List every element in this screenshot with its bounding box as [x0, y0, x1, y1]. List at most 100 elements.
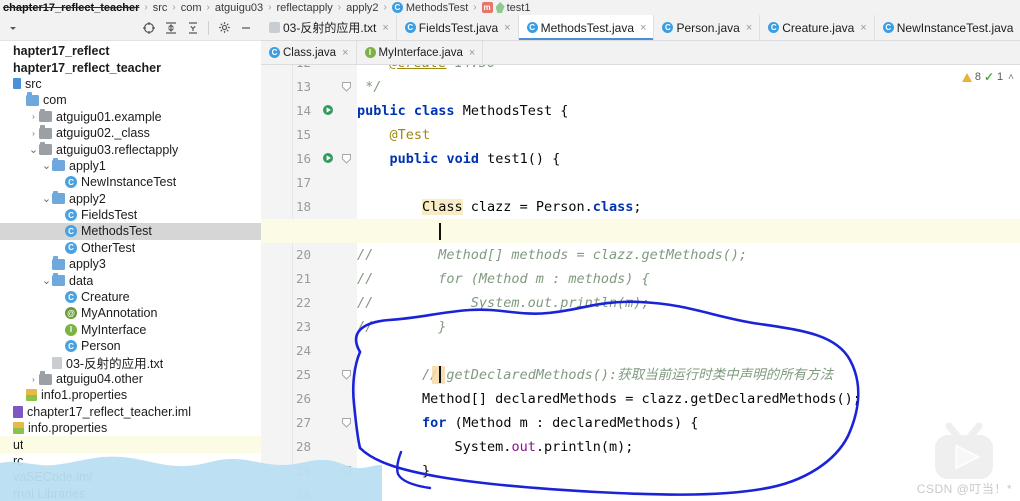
breadcrumb-item-method[interactable]: m test1 — [480, 0, 533, 15]
close-icon[interactable]: × — [382, 22, 388, 34]
gear-icon[interactable] — [213, 17, 235, 39]
editor-tab-class-java[interactable]: C Class.java × — [261, 41, 357, 64]
tree-item-atguigu01-example[interactable]: › atguigu01.example — [0, 108, 261, 125]
tree-item-hapter17-reflect[interactable]: hapter17_reflect — [0, 43, 261, 59]
fold-marker-icon[interactable] — [340, 81, 352, 93]
fold-marker-icon[interactable] — [340, 417, 352, 429]
tree-item-fieldstest[interactable]: C FieldsTest — [0, 207, 261, 223]
tree-item-methodstest[interactable]: C MethodsTest — [0, 223, 261, 240]
close-icon[interactable]: × — [640, 22, 646, 34]
editor-tab-creature-java[interactable]: C Creature.java × — [760, 15, 875, 40]
code-line[interactable]: // } — [357, 315, 446, 339]
breadcrumb-item-class[interactable]: C MethodsTest — [390, 0, 470, 15]
breadcrumb-item-src[interactable]: src — [151, 0, 170, 15]
breadcrumb-item-com[interactable]: com — [179, 0, 204, 15]
txt-icon — [269, 22, 280, 33]
tree-item-rc[interactable]: rc — [0, 453, 261, 469]
tree-item-vasecode-iml[interactable]: vaSECode.iml — [0, 469, 261, 485]
breadcrumb-root[interactable]: chapter17_reflect_teacher — [0, 0, 141, 15]
tree-item-data[interactable]: ⌄ data — [0, 272, 261, 288]
breadcrumb-separator: › — [473, 2, 477, 13]
editor-tab-person-java[interactable]: C Person.java × — [654, 15, 761, 40]
chevron-right-icon[interactable]: › — [28, 112, 39, 121]
chevron-down-icon[interactable]: ⌄ — [41, 159, 52, 172]
fold-marker-icon[interactable] — [340, 369, 352, 381]
close-icon[interactable]: × — [746, 22, 752, 34]
tree-item-label: hapter17_reflect_teacher — [13, 60, 161, 75]
tree-item-label: atguigu03.reflectapply — [56, 142, 179, 157]
chevron-down-icon[interactable]: ⌄ — [41, 274, 52, 287]
tree-item-newinstancetest[interactable]: C NewInstanceTest — [0, 174, 261, 190]
tree-item-creature[interactable]: C Creature — [0, 289, 261, 305]
tree-item-myannotation[interactable]: @ MyAnnotation — [0, 305, 261, 321]
editor-tab-newinstancetest-java[interactable]: CNewInstanceTest.java× — [874, 15, 1020, 40]
chevron-down-icon[interactable]: ⌄ — [28, 143, 39, 156]
tree-item-info-properties[interactable]: info.properties — [0, 420, 261, 436]
tree-item-apply3[interactable]: apply3 — [0, 256, 261, 272]
expand-all-icon[interactable] — [160, 17, 182, 39]
tree-item-ut[interactable]: ut — [0, 436, 261, 453]
breadcrumb-item-atguigu03[interactable]: atguigu03 — [213, 0, 265, 15]
tree-item-othertest[interactable]: C OtherTest — [0, 240, 261, 256]
fold-marker-icon[interactable] — [340, 465, 352, 477]
tree-item-atguigu03-reflectapply[interactable]: ⌄ atguigu03.reflectapply — [0, 141, 261, 157]
close-icon[interactable]: × — [504, 22, 510, 34]
code-line[interactable]: System.out.println(m); — [357, 435, 634, 459]
tree-item-src[interactable]: src — [0, 76, 261, 92]
project-dropdown-caret-icon[interactable] — [2, 17, 24, 39]
tree-item-myinterface[interactable]: I MyInterface — [0, 322, 261, 338]
tree-item-apply2[interactable]: ⌄ apply2 — [0, 190, 261, 207]
code-line[interactable]: Method[] declaredMethods = clazz.getDecl… — [357, 387, 861, 411]
tree-item-rnal-libraries[interactable]: rnal Libraries — [0, 486, 261, 501]
editor-tab-methodstest-java[interactable]: C MethodsTest.java × — [518, 15, 655, 40]
code-text[interactable]: * @create 14:36 */public class MethodsTe… — [357, 65, 1020, 501]
code-line[interactable]: // System.out.println(m); — [357, 291, 650, 315]
editor-tab-03-txt[interactable]: 03-反射的应用.txt × — [261, 15, 397, 40]
close-icon[interactable]: × — [469, 47, 475, 59]
locate-icon[interactable] — [138, 17, 160, 39]
breadcrumb-item-apply2[interactable]: apply2 — [344, 0, 380, 15]
fold-marker-icon[interactable] — [340, 153, 352, 165]
tree-item-com[interactable]: com — [0, 92, 261, 108]
code-line[interactable]: // for (Method m : methods) { — [357, 267, 650, 291]
code-line[interactable]: public class MethodsTest { — [357, 99, 568, 123]
code-line[interactable]: } — [357, 459, 430, 483]
code-line[interactable]: @Test — [357, 123, 431, 147]
code-line[interactable]: * @create 14:36 — [357, 65, 495, 75]
tree-item-atguigu04-other[interactable]: › atguigu04.other — [0, 371, 261, 387]
tree-item-hapter17-reflect-teacher[interactable]: hapter17_reflect_teacher — [0, 59, 261, 75]
collapse-all-icon[interactable] — [182, 17, 204, 39]
close-icon[interactable]: × — [342, 47, 348, 59]
chevron-right-icon[interactable]: › — [28, 129, 39, 138]
code-line[interactable]: Class clazz = Person.class; — [357, 195, 642, 219]
tree-item-chapter17-reflect-teacher-iml[interactable]: chapter17_reflect_teacher.iml — [0, 404, 261, 420]
run-method-icon[interactable] — [322, 152, 335, 165]
tree-item-info1-properties[interactable]: info1.properties — [0, 387, 261, 403]
tree-item-person[interactable]: C Person — [0, 338, 261, 354]
minimize-icon[interactable] — [235, 17, 257, 39]
breadcrumb-item-reflectapply[interactable]: reflectapply — [275, 0, 335, 15]
tree-item-atguigu02-class[interactable]: › atguigu02._class — [0, 125, 261, 141]
code-line[interactable]: */ — [357, 75, 381, 99]
chevron-down-icon[interactable]: ⌄ — [41, 192, 52, 205]
code-line[interactable]: // getDeclaredMethods():获取当前运行时类中声明的所有方法 — [357, 363, 833, 387]
chevron-right-icon[interactable]: › — [28, 375, 39, 384]
code-line[interactable]: public void test1() { — [357, 147, 561, 171]
breadcrumb-separator: › — [383, 2, 387, 13]
code-area[interactable]: 8 ✓ 1 ˄ 12131415161718192021222324252627… — [261, 65, 1020, 501]
properties-file-icon — [13, 422, 24, 435]
code-line[interactable]: for (Method m : declaredMethods) { — [357, 411, 698, 435]
source-root-icon — [13, 78, 21, 90]
tree-item-label: MethodsTest — [81, 224, 152, 239]
close-icon[interactable]: × — [860, 22, 866, 34]
tree-item-03-txt[interactable]: 03-反射的应用.txt — [0, 354, 261, 371]
editor-tab-myinterface-java[interactable]: I MyInterface.java × — [356, 41, 484, 64]
code-line[interactable]: // Method[] methods = clazz.getMethods()… — [357, 243, 747, 267]
tree-item-apply1[interactable]: ⌄ apply1 — [0, 157, 261, 174]
run-method-icon[interactable] — [322, 104, 335, 117]
editor-tab-fieldstest-java[interactable]: C FieldsTest.java × — [396, 15, 519, 40]
tree-item-label: MyAnnotation — [81, 306, 158, 321]
